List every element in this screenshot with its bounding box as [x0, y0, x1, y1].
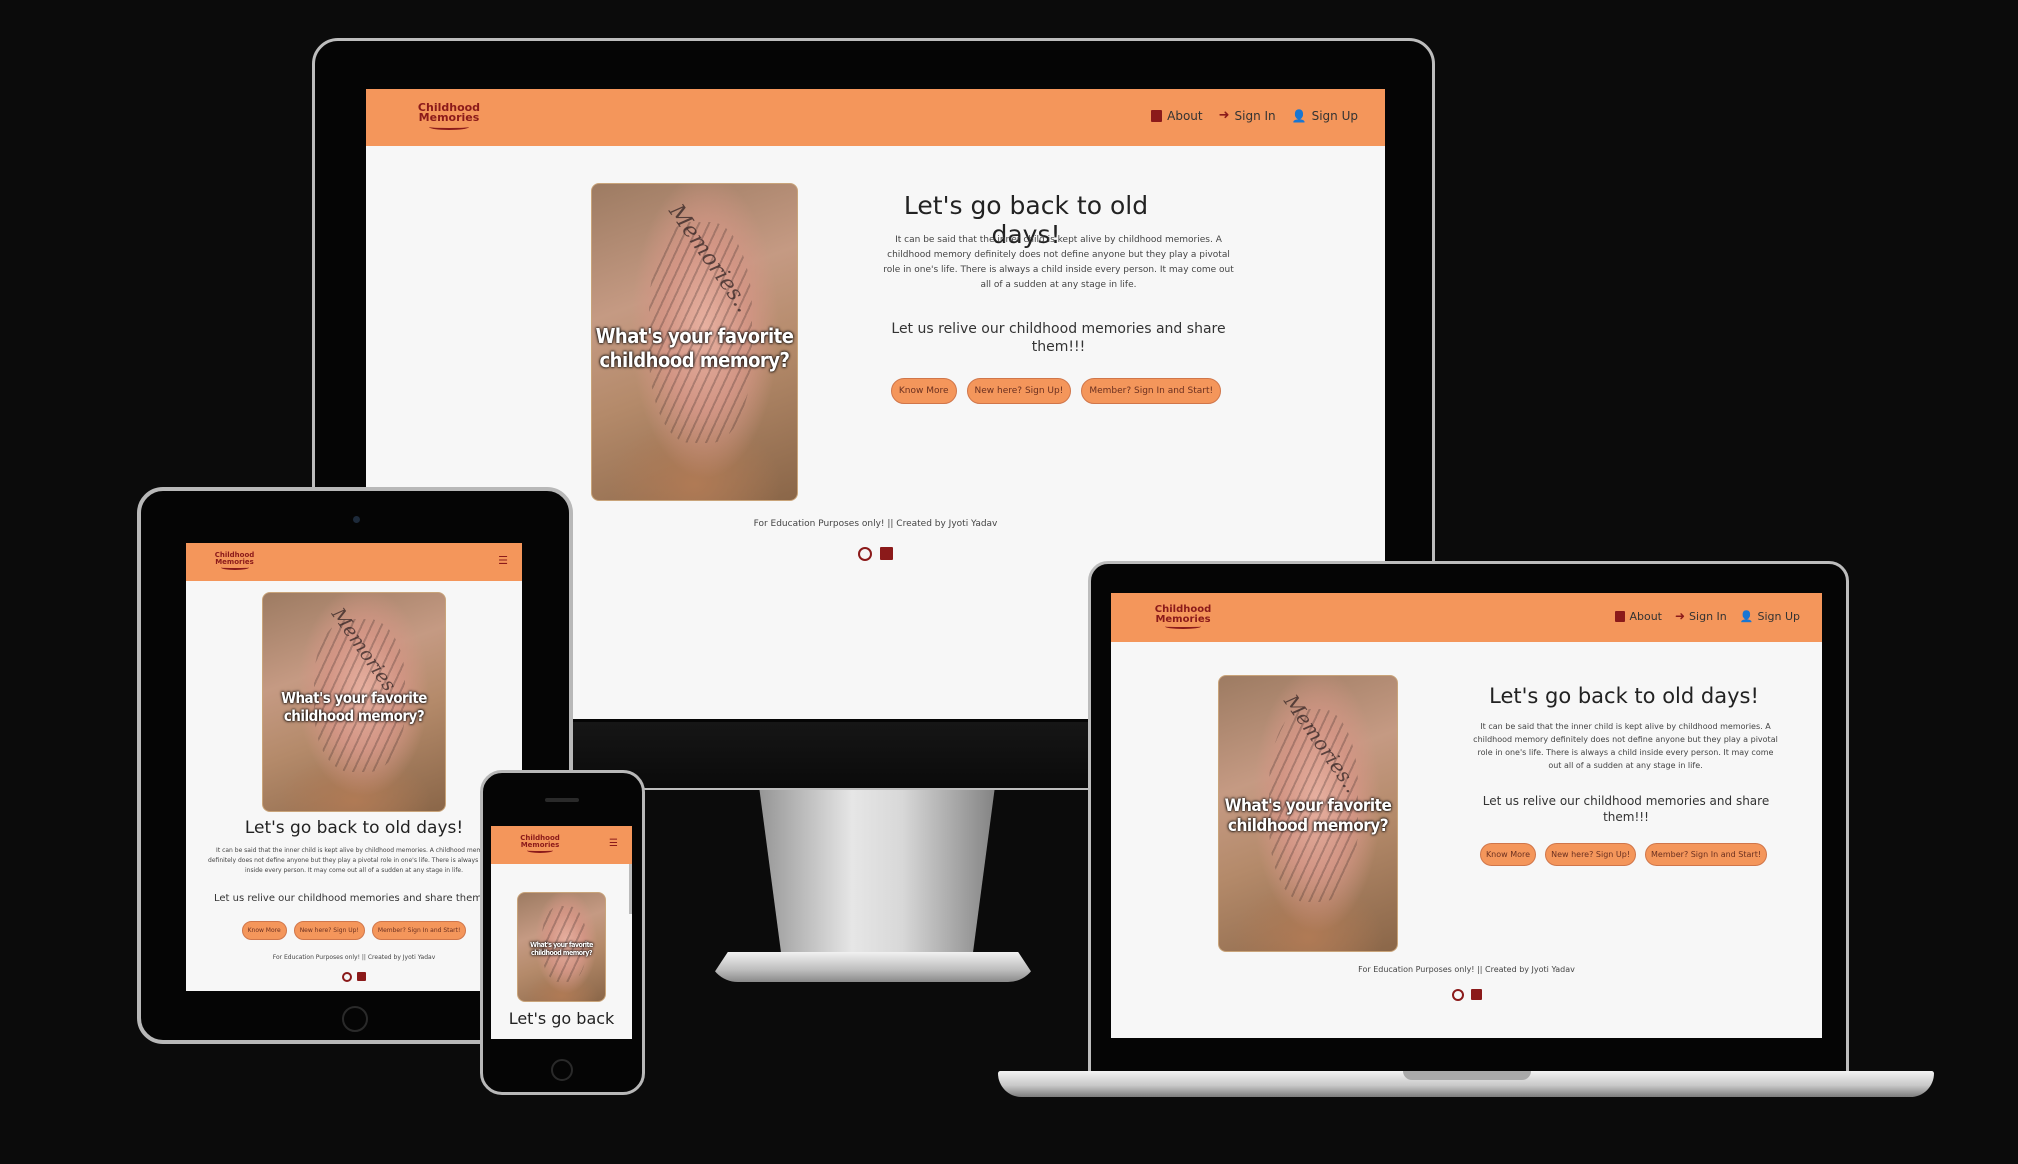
note-icon [1151, 109, 1163, 122]
hero-image-caption: What's your favorite childhood memory? [592, 324, 797, 372]
tablet-know-more-button[interactable]: Know More [241, 921, 287, 940]
laptop-linkedin-icon[interactable] [1470, 989, 1482, 1000]
hero-paragraph: It can be said that the inner child is k… [883, 235, 1234, 290]
tablet-site-logo[interactable]: Childhood Memories [212, 552, 257, 571]
phone-caption-line2: childhood memory? [531, 949, 592, 958]
laptop-nav-about-label: About [1629, 609, 1662, 623]
tablet-hero-caption: What's your favorite childhood memory? [263, 689, 445, 725]
laptop-sign-in-icon: ➜ [1674, 609, 1686, 623]
logo-text-line2: Memories [418, 111, 480, 125]
hero-caption-line2: childhood memory? [599, 348, 790, 372]
monitor-stand-neck [759, 790, 995, 960]
laptop-sign-in-button[interactable]: Member? Sign In and Start! [1645, 843, 1768, 866]
hero-subtitle: Let us relive our childhood memories and… [891, 321, 1226, 355]
tablet-logo-line2: Memories [215, 557, 254, 566]
navbar: Childhood Memories About ➜ Sign In 👤 Sig… [366, 89, 1385, 146]
laptop-know-more-button[interactable]: Know More [1479, 843, 1537, 866]
user-plus-icon: 👤 [1291, 108, 1307, 123]
monitor-stand-base [708, 952, 1038, 982]
laptop-social-links [1111, 989, 1822, 1001]
tablet-caption-line1: What's your favorite [281, 689, 427, 707]
tablet-navbar: Childhood Memories ☰ [186, 543, 522, 581]
github-icon[interactable] [858, 547, 872, 561]
laptop-nav-sign-in[interactable]: ➜ Sign In [1675, 609, 1727, 623]
phone-speaker [545, 798, 579, 802]
tablet-camera [353, 516, 360, 523]
phone-caption-line1: What's your favorite [530, 941, 593, 949]
tablet-caption-line2: childhood memory? [283, 707, 425, 725]
phone-scrollbar[interactable] [629, 864, 632, 914]
laptop-caption-line1: What's your favorite [1224, 796, 1392, 816]
phone-site-logo[interactable]: Childhood Memories [518, 835, 562, 854]
laptop-navbar: Childhood Memories About ➜ Sign In 👤 Sig… [1111, 593, 1822, 642]
tablet-hero-paragraph: It can be said that the inner child is k… [208, 847, 500, 874]
laptop-footer-text: For Education Purposes only! || Created … [1358, 965, 1575, 974]
tablet-hero-title: Let's go back to old days! [244, 818, 464, 838]
tablet-footer-text: For Education Purposes only! || Created … [272, 954, 436, 961]
laptop-hero-caption: What's your favorite childhood memory? [1219, 796, 1397, 837]
tablet-home-button [342, 1006, 368, 1032]
tablet-hero-buttons: Know More New here? Sign Up! Member? Sig… [186, 921, 522, 940]
laptop-nav-sign-in-label: Sign In [1689, 609, 1727, 623]
phone-hero-title: Let's go back [508, 1009, 615, 1028]
laptop-hero-image: Memories.. What's your favorite childhoo… [1218, 675, 1398, 952]
tablet-github-icon[interactable] [342, 972, 352, 982]
tablet-hero-subtitle: Let us relive our childhood memories and… [213, 893, 495, 904]
nav-sign-in[interactable]: ➜ Sign In [1219, 108, 1276, 123]
tablet-linkedin-icon[interactable] [357, 972, 366, 981]
nav-about-label: About [1167, 108, 1203, 123]
sign-in-icon: ➜ [1218, 108, 1230, 123]
laptop-nav-about[interactable]: About [1615, 610, 1662, 623]
laptop-note-icon [1615, 610, 1626, 622]
nav-links: About ➜ Sign In 👤 Sign Up [1151, 108, 1358, 123]
phone-navbar: Childhood Memories ☰ [491, 826, 632, 864]
hero-buttons: Know More New here? Sign Up! Member? Sig… [876, 378, 1236, 404]
nav-sign-in-label: Sign In [1234, 108, 1276, 123]
tablet-sign-in-button[interactable]: Member? Sign In and Start! [371, 921, 467, 940]
laptop-hero-paragraph: It can be said that the inner child is k… [1473, 722, 1778, 770]
linkedin-icon[interactable] [880, 547, 893, 560]
laptop-nav-sign-up[interactable]: 👤 Sign Up [1740, 610, 1800, 623]
nav-about[interactable]: About [1151, 108, 1203, 123]
nav-sign-up[interactable]: 👤 Sign Up [1292, 109, 1358, 123]
phone-hero-caption: What's your favorite childhood memory? [518, 941, 605, 958]
sign-up-button[interactable]: New here? Sign Up! [966, 378, 1072, 404]
phone-home-button [551, 1059, 573, 1081]
laptop-screen: Childhood Memories About ➜ Sign In 👤 Sig… [1111, 593, 1822, 1038]
sign-in-button[interactable]: Member? Sign In and Start! [1081, 378, 1222, 404]
hamburger-icon[interactable]: ☰ [498, 554, 508, 567]
laptop-nav-links: About ➜ Sign In 👤 Sign Up [1615, 609, 1800, 623]
hero-caption-line1: What's your favorite [595, 324, 794, 348]
site-logo[interactable]: Childhood Memories [416, 102, 482, 130]
laptop-trackpad-notch [1403, 1071, 1531, 1080]
phone-hamburger-icon[interactable]: ☰ [609, 838, 618, 849]
tablet-hero-image: Memories.. What's your favorite childhoo… [262, 592, 446, 812]
know-more-button[interactable]: Know More [890, 378, 957, 404]
hero-image: Memories.. What's your favorite childhoo… [591, 183, 798, 501]
laptop-caption-line2: childhood memory? [1227, 816, 1389, 837]
laptop-site-logo[interactable]: Childhood Memories [1153, 605, 1213, 629]
laptop-nav-sign-up-label: Sign Up [1757, 609, 1800, 623]
tablet-screen: Childhood Memories ☰ Memories.. What's y… [186, 543, 522, 991]
laptop-hero-title: Let's go back to old days! [1489, 684, 1759, 708]
phone-screen: Childhood Memories ☰ What's your favorit… [491, 826, 632, 1039]
laptop-github-icon[interactable] [1451, 989, 1464, 1001]
laptop-user-plus-icon: 👤 [1739, 609, 1754, 623]
laptop-logo-line2: Memories [1155, 613, 1211, 625]
tablet-sign-up-button[interactable]: New here? Sign Up! [293, 921, 365, 940]
laptop-hero-buttons: Know More New here? Sign Up! Member? Sig… [1466, 843, 1781, 866]
tablet-social-links [186, 972, 522, 982]
phone-logo-line2: Memories [520, 840, 560, 849]
laptop-hero-subtitle: Let us relive our childhood memories and… [1482, 794, 1770, 824]
phone-hero-image: What's your favorite childhood memory? [517, 892, 606, 1002]
laptop-sign-up-button[interactable]: New here? Sign Up! [1545, 843, 1637, 866]
nav-sign-up-label: Sign Up [1311, 108, 1358, 123]
